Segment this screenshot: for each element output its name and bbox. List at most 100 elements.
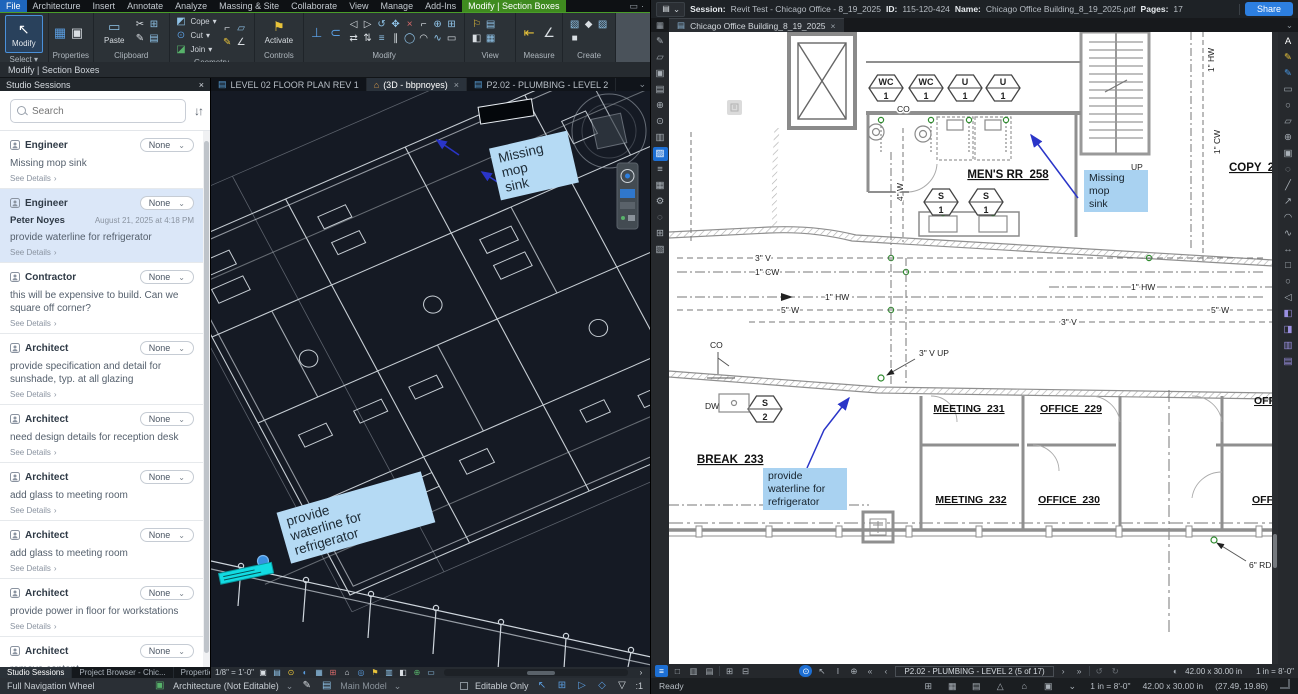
- sort-icon[interactable]: ↓↑: [194, 104, 202, 118]
- save-icon[interactable]: ▣: [653, 67, 668, 81]
- scale-icon[interactable]: ▣: [258, 668, 268, 678]
- comment-card[interactable]: Engineer None⌄ Missing mop sink See Deta…: [0, 131, 210, 189]
- dimension-tool-icon[interactable]: ↔: [1281, 243, 1296, 257]
- image-icon[interactable]: ▣: [1281, 147, 1296, 161]
- modify-tool-button[interactable]: ↖ Modify: [5, 15, 43, 53]
- tab-view[interactable]: View: [343, 0, 374, 12]
- ellipse-tool-icon[interactable]: ○: [1281, 275, 1296, 289]
- side-by-side-icon[interactable]: ▥: [687, 665, 700, 677]
- region-icon[interactable]: ▭: [445, 33, 458, 46]
- line-tool-icon[interactable]: ╱: [1281, 179, 1296, 193]
- bookmarks-icon[interactable]: ▤: [653, 83, 668, 97]
- active-workset[interactable]: Architecture (Not Editable): [173, 681, 279, 691]
- copy-icon[interactable]: ⊞: [148, 19, 161, 32]
- tab-overflow-icon[interactable]: ⌄: [1281, 18, 1298, 32]
- assembly-icon[interactable]: ◆: [582, 19, 595, 32]
- unpin-icon[interactable]: ≡: [375, 33, 388, 46]
- split-icon[interactable]: ×: [403, 19, 416, 32]
- text-tool-icon[interactable]: A: [1281, 35, 1296, 49]
- sun-path-icon[interactable]: ◐: [300, 668, 310, 678]
- array-icon[interactable]: ⊞: [445, 19, 458, 32]
- view-tab-plumbing[interactable]: ▤P2.02 - PLUMBING - LEVEL 2: [467, 78, 616, 91]
- select-underlay-icon[interactable]: ⊞: [556, 680, 569, 693]
- markup-note-mop-sink[interactable]: Missing mop sink: [1084, 170, 1148, 212]
- view-scale[interactable]: 1/8" = 1'-0": [215, 668, 254, 677]
- see-details-link[interactable]: See Details›: [10, 174, 194, 183]
- tab-annotate[interactable]: Annotate: [121, 0, 169, 12]
- single-page-icon[interactable]: □: [671, 665, 684, 677]
- spaces-icon[interactable]: ▦: [653, 179, 668, 193]
- rectangle-tool-icon[interactable]: □: [1281, 259, 1296, 273]
- temporary-hide-icon[interactable]: ⚑: [370, 668, 380, 678]
- cut-button[interactable]: ⊙Cut ▾: [175, 29, 217, 42]
- properties-panel-icon[interactable]: ▧: [653, 243, 668, 257]
- close-view-icon[interactable]: ×: [454, 80, 459, 90]
- status-dropdown[interactable]: None⌄: [140, 412, 194, 426]
- status-dropdown[interactable]: None⌄: [140, 586, 194, 600]
- comment-card-selected[interactable]: Engineer None⌄ Peter Noyes August 21, 20…: [0, 189, 210, 263]
- status-dropdown[interactable]: None⌄: [140, 470, 194, 484]
- offset-icon[interactable]: ⊂: [328, 25, 343, 40]
- redo-view-icon[interactable]: ↻: [1109, 665, 1122, 677]
- status-dropdown[interactable]: None⌄: [140, 341, 194, 355]
- markup-list-icon[interactable]: ✎: [653, 35, 668, 49]
- navigation-bar[interactable]: [617, 163, 638, 229]
- select-pinned-icon[interactable]: ▷: [576, 680, 589, 693]
- pan-tool-icon[interactable]: ⊙: [799, 665, 812, 677]
- rotate-icon[interactable]: ↺: [375, 19, 388, 32]
- scroll-right-icon[interactable]: ›: [636, 668, 646, 678]
- crop-icon[interactable]: ◌: [1281, 163, 1296, 177]
- count-tool-icon[interactable]: ▤: [1281, 355, 1296, 369]
- close-panel-icon[interactable]: ×: [199, 80, 204, 90]
- join-button[interactable]: ◪Join ▾: [175, 43, 217, 56]
- status-dropdown[interactable]: None⌄: [140, 138, 194, 152]
- settings-icon[interactable]: ⚙: [653, 195, 668, 209]
- paste-button[interactable]: ▭ Paste: [99, 18, 129, 46]
- worksharing-display-icon[interactable]: ◧: [398, 668, 408, 678]
- search-input[interactable]: [32, 106, 179, 117]
- demolish-icon[interactable]: ∠: [235, 36, 248, 49]
- polygon-icon[interactable]: ▱: [1281, 115, 1296, 129]
- panel-tab-studio-sessions[interactable]: Studio Sessions: [0, 667, 72, 678]
- arc-tool-icon[interactable]: ◠: [417, 33, 430, 46]
- paint-icon[interactable]: ✎: [221, 36, 234, 49]
- horizontal-scrollbar[interactable]: [444, 669, 628, 676]
- spline-icon[interactable]: ∿: [431, 33, 444, 46]
- move-icon[interactable]: ✥: [389, 19, 402, 32]
- markup-list-toggle-icon[interactable]: ≡: [655, 665, 668, 677]
- measure-area-icon[interactable]: ◨: [1281, 323, 1296, 337]
- layout-icon[interactable]: ▣: [1042, 680, 1054, 692]
- measure-length-icon[interactable]: ◧: [1281, 307, 1296, 321]
- tab-insert[interactable]: Insert: [87, 0, 122, 12]
- tab-list-icon[interactable]: ⌄: [634, 78, 650, 91]
- parts-icon[interactable]: ▨: [596, 19, 609, 32]
- status-dropdown[interactable]: None⌄: [140, 270, 194, 284]
- see-details-link[interactable]: See Details›: [10, 564, 194, 573]
- chevron-down-icon[interactable]: ⌄: [286, 681, 294, 692]
- search-box[interactable]: [10, 99, 186, 123]
- see-details-link[interactable]: See Details›: [10, 506, 194, 515]
- sync-icon[interactable]: △: [994, 680, 1006, 692]
- close-document-icon[interactable]: ×: [831, 21, 836, 31]
- see-details-link[interactable]: See Details›: [10, 390, 194, 399]
- extend-icon[interactable]: ∥: [389, 33, 402, 46]
- tab-file[interactable]: File: [0, 0, 27, 12]
- comment-card[interactable]: Architect None⌄ remove content See Detai…: [0, 637, 210, 667]
- tab-manage[interactable]: Manage: [375, 0, 420, 12]
- see-details-link[interactable]: See Details›: [10, 622, 194, 631]
- 3d-viewport[interactable]: Missing mop sink provide waterline for r…: [211, 91, 650, 667]
- callout-icon[interactable]: ▭: [1281, 83, 1296, 97]
- main-model-select[interactable]: Main Model: [340, 681, 387, 691]
- view-tab-floor-plan[interactable]: ▤LEVEL 02 FLOOR PLAN REV 1: [211, 78, 367, 91]
- chevron-down-icon[interactable]: ⌄: [1066, 680, 1078, 692]
- share-button[interactable]: Share: [1245, 2, 1293, 16]
- layers-icon[interactable]: ◌: [653, 211, 668, 225]
- previous-page-icon[interactable]: ‹: [879, 665, 892, 677]
- comment-card[interactable]: Architect None⌄ need design details for …: [0, 405, 210, 463]
- view-tab-3d[interactable]: ⌂(3D - bbpnoyes)×: [367, 78, 467, 91]
- group-icon[interactable]: ▧: [568, 19, 581, 32]
- 3d-lock-icon[interactable]: ◎: [356, 668, 366, 678]
- panel-tab-project-browser[interactable]: Project Browser - Chic...: [72, 667, 173, 678]
- reuse-icon[interactable]: ▤: [970, 680, 982, 692]
- status-dropdown[interactable]: None⌄: [140, 644, 194, 658]
